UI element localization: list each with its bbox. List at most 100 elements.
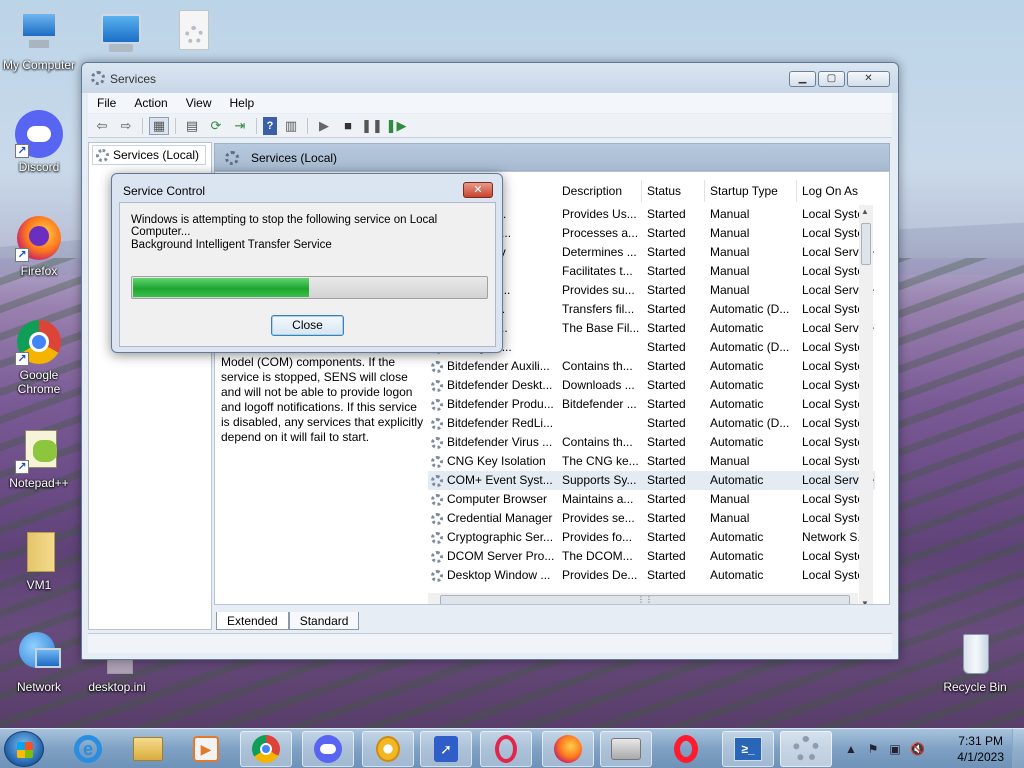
pause-service-icon[interactable]: ❚❚ <box>361 117 383 135</box>
volume-muted-icon[interactable]: 🔇 <box>910 742 925 756</box>
taskbar-opera[interactable] <box>660 731 712 767</box>
window-titlebar[interactable]: Services ▁ ▢ ✕ <box>82 63 898 93</box>
vertical-scrollbar[interactable]: ▲ ▼ <box>859 205 873 604</box>
network-tray-icon[interactable]: ▣ <box>888 742 902 756</box>
service-startup-cell: Automatic <box>710 321 764 335</box>
taskbar-internet-explorer[interactable]: e <box>62 731 114 767</box>
taskbar-file-explorer[interactable] <box>122 731 174 767</box>
opera-gx-icon <box>495 735 517 763</box>
service-status-cell: Started <box>647 511 686 525</box>
windows-logo-icon <box>17 742 33 758</box>
scroll-down-arrow-icon[interactable]: ▼ <box>861 599 869 604</box>
table-row[interactable]: Bitdefender Auxili... Contains th... Start… <box>428 357 875 376</box>
dialog-title: Service Control <box>123 184 206 198</box>
minimize-button[interactable]: ▁ <box>789 71 816 87</box>
start-service-icon[interactable]: ▶ <box>314 117 334 135</box>
start-button[interactable] <box>4 731 44 767</box>
taskbar-printer[interactable] <box>600 731 652 767</box>
tab-extended[interactable]: Extended <box>216 612 289 630</box>
back-arrow-icon[interactable]: ⇦ <box>92 117 112 135</box>
desktop-icon-network[interactable]: Network <box>0 630 78 694</box>
computer-icon <box>15 8 63 56</box>
action-center-flag-icon[interactable]: ⚑ <box>866 742 880 756</box>
menu-file[interactable]: File <box>88 93 125 113</box>
horizontal-scrollbar[interactable]: ⋮⋮ <box>428 593 858 604</box>
help-icon[interactable]: ? <box>263 116 277 135</box>
desktop-icon-notepad-plus-plus[interactable]: ↗ Notepad++ <box>0 426 78 490</box>
table-row[interactable]: Bitdefender RedLi... Started Automatic (D.… <box>428 414 875 433</box>
properties-icon[interactable]: ▤ <box>182 117 202 135</box>
clock-time: 7:31 PM <box>958 734 1003 748</box>
desktop-icon-google-chrome[interactable]: ↗ Google Chrome <box>0 318 78 396</box>
service-startup-cell: Automatic <box>710 473 764 487</box>
restart-service-icon[interactable]: ❚▶ <box>386 117 407 135</box>
close-dialog-button[interactable]: Close <box>271 315 344 336</box>
desktop-icon-my-computer[interactable]: My Computer <box>0 8 78 72</box>
close-button[interactable]: ✕ <box>847 71 890 87</box>
menu-action[interactable]: Action <box>125 93 176 113</box>
menu-help[interactable]: Help <box>221 93 264 113</box>
taskbar-powershell[interactable]: ≥_ <box>722 731 774 767</box>
table-row[interactable]: DCOM Server Pro... The DCOM... Started Auto… <box>428 547 875 566</box>
taskbar-keepass[interactable] <box>362 731 414 767</box>
desktop-icon-recycle-bin[interactable]: Recycle Bin <box>936 630 1014 694</box>
clock-date: 4/1/2023 <box>957 750 1004 764</box>
column-header-status[interactable]: Status <box>647 184 681 198</box>
folder-icon <box>133 737 163 761</box>
service-name-cell: Cryptographic Ser... <box>447 530 554 544</box>
service-status-cell: Started <box>647 568 686 582</box>
recycle-bin-icon <box>951 630 999 678</box>
export-list-icon[interactable]: ⇥ <box>230 117 250 135</box>
tab-standard[interactable]: Standard <box>288 612 360 630</box>
service-description-cell: Contains th... <box>562 435 633 449</box>
table-row[interactable]: Bitdefender Virus ... Contains th... Start… <box>428 433 875 452</box>
service-startup-cell: Automatic <box>710 397 764 411</box>
table-row[interactable]: Bitdefender Produ... Bitdefender ... Start… <box>428 395 875 414</box>
maximize-button[interactable]: ▢ <box>818 71 845 87</box>
taskbar-media-player[interactable]: ▶ <box>180 731 232 767</box>
column-header-startup-type[interactable]: Startup Type <box>710 184 778 198</box>
desktop-icon-settings-file[interactable] <box>152 8 230 58</box>
service-startup-cell: Automatic (D... <box>710 416 790 430</box>
scrollbar-thumb[interactable] <box>861 223 871 265</box>
table-row[interactable]: Desktop Window ... Provides De... Started A… <box>428 566 875 585</box>
desktop-icon-control-panel[interactable] <box>78 8 156 58</box>
taskbar-firefox[interactable] <box>542 731 594 767</box>
desktop-icon-firefox[interactable]: ↗ Firefox <box>0 214 78 278</box>
table-row[interactable]: Cryptographic Ser... Provides fo... Starte… <box>428 528 875 547</box>
desktop-icon-vm1[interactable]: VM1 <box>0 528 78 592</box>
table-row[interactable]: Computer Browser Maintains a... Started Man… <box>428 490 875 509</box>
taskbar-discord[interactable] <box>302 731 354 767</box>
table-row[interactable]: CNG Key Isolation The CNG ke... Started Man… <box>428 452 875 471</box>
show-desktop-button[interactable] <box>1012 729 1024 768</box>
column-header-log-on-as[interactable]: Log On As <box>802 184 858 198</box>
tree-node-services-local[interactable]: Services (Local) <box>92 145 207 165</box>
dialog-close-button[interactable]: ✕ <box>463 182 493 198</box>
column-header-description[interactable]: Description <box>562 184 622 198</box>
refresh-icon[interactable]: ⟳ <box>206 117 226 135</box>
stop-service-icon[interactable]: ■ <box>338 117 358 135</box>
forward-arrow-icon[interactable]: ⇨ <box>116 117 136 135</box>
taskbar-services[interactable] <box>780 731 832 767</box>
scrollbar-thumb[interactable]: ⋮⋮ <box>440 595 850 604</box>
table-row[interactable]: Credential Manager Provides se... Started M… <box>428 509 875 528</box>
system-clock[interactable]: 7:31 PM 4/1/2023 <box>957 733 1004 765</box>
taskbar-opera-gx[interactable] <box>480 731 532 767</box>
service-status-cell: Started <box>647 340 686 354</box>
desktop-icon-discord[interactable]: ↗ Discord <box>0 110 78 174</box>
service-status-cell: Started <box>647 207 686 221</box>
service-description-cell: Processes a... <box>562 226 639 240</box>
toolbar: ⇦ ⇨ ▦ ▤ ⟳ ⇥ ? ▥ ▶ ■ ❚❚ ❚▶ <box>88 114 892 138</box>
service-gear-icon <box>431 399 443 411</box>
menu-view[interactable]: View <box>177 93 221 113</box>
table-row[interactable]: COM+ Event Syst... Supports Sy... Started A… <box>428 471 875 490</box>
table-row[interactable]: Bitdefender Deskt... Downloads ... Started… <box>428 376 875 395</box>
taskbar-cursor-app[interactable]: ➚ <box>420 731 472 767</box>
taskbar-chrome[interactable] <box>240 731 292 767</box>
service-status-cell: Started <box>647 264 686 278</box>
desktop-icon-label: Discord <box>18 160 60 174</box>
show-hide-console-tree-icon[interactable]: ▦ <box>149 116 169 135</box>
show-hidden-icons-icon[interactable]: ▲ <box>844 742 858 756</box>
scroll-up-arrow-icon[interactable]: ▲ <box>861 207 869 216</box>
action-pane-icon[interactable]: ▥ <box>281 117 301 135</box>
